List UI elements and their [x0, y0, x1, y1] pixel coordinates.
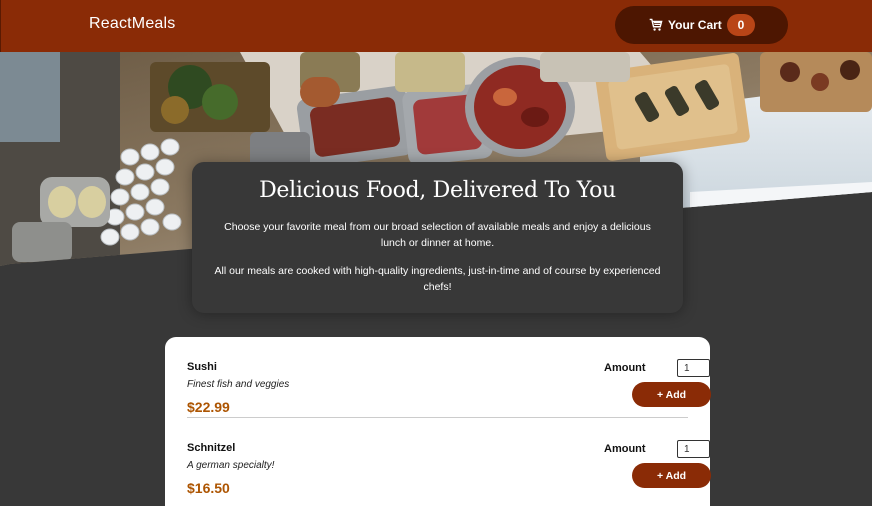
cart-button[interactable]: Your Cart 0: [615, 6, 788, 44]
brand-title: ReactMeals: [89, 15, 176, 32]
summary-paragraph-2: All our meals are cooked with high-quali…: [214, 265, 661, 293]
meal-name: Schnitzel: [187, 442, 236, 454]
meal-price: $16.50: [187, 480, 230, 496]
meal-item-sushi: Sushi Finest fish and veggies $22.99 Amo…: [187, 337, 711, 418]
meal-description: Finest fish and veggies: [187, 379, 290, 390]
add-to-cart-button[interactable]: + Add: [632, 382, 711, 407]
app-root: ReactMeals Your Cart 0 Delicious Food, D…: [0, 0, 872, 506]
meal-description: A german specialty!: [187, 460, 275, 471]
cart-count-badge: 0: [727, 14, 755, 36]
amount-label: Amount: [604, 362, 646, 374]
meals-summary-card: Delicious Food, Delivered To You Choose …: [192, 162, 683, 313]
meal-name: Sushi: [187, 361, 217, 373]
add-to-cart-button[interactable]: + Add: [632, 463, 711, 488]
summary-title: Delicious Food, Delivered To You: [259, 178, 616, 203]
amount-input[interactable]: [677, 440, 710, 458]
meal-item-schnitzel: Schnitzel A german specialty! $16.50 Amo…: [187, 418, 711, 499]
available-meals-card: Sushi Finest fish and veggies $22.99 Amo…: [165, 337, 711, 506]
main-header: ReactMeals Your Cart 0: [0, 0, 872, 52]
meal-price: $22.99: [187, 399, 230, 415]
cart-label: Your Cart: [668, 18, 722, 32]
amount-label: Amount: [604, 443, 646, 455]
summary-paragraph-1: Choose your favorite meal from our broad…: [224, 221, 651, 249]
shopping-cart-icon: [649, 18, 663, 32]
amount-input[interactable]: [677, 359, 710, 377]
